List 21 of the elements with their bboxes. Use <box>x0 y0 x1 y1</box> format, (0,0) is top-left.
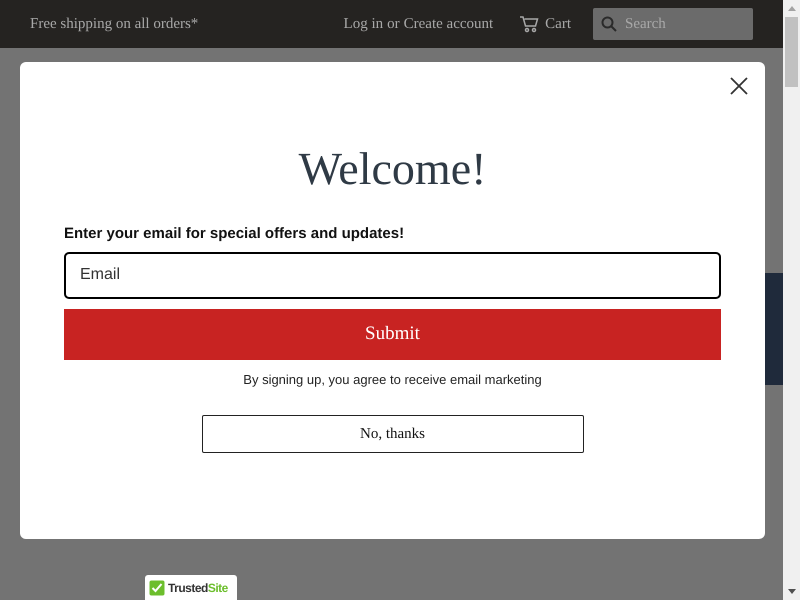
scrollbar-thumb[interactable] <box>785 17 798 87</box>
check-icon <box>149 580 165 596</box>
submit-button[interactable]: Submit <box>64 308 721 360</box>
close-button[interactable] <box>729 76 749 96</box>
create-account-link[interactable]: Create account <box>404 12 494 36</box>
decline-button[interactable]: No, thanks <box>202 415 584 453</box>
prompt-text: Enter your email for special offers and updates! <box>64 224 404 244</box>
badge-text: TrustedSite <box>168 580 228 597</box>
cart-icon <box>519 15 540 33</box>
modal-title: Welcome! <box>298 146 486 192</box>
or-text: or <box>387 14 400 34</box>
scrollbar[interactable] <box>783 0 800 600</box>
promo-text: Free shipping on all orders* <box>30 14 198 34</box>
search-field[interactable]: Search <box>593 8 753 40</box>
email-field[interactable]: Email <box>64 252 721 298</box>
cart-link[interactable]: Cart <box>519 12 571 36</box>
disclaimer-text: By signing up, you agree to receive email marketing <box>243 370 542 389</box>
login-link[interactable]: Log in <box>344 12 384 36</box>
close-icon <box>729 76 749 96</box>
badge[interactable]: TrustedSite <box>145 575 237 600</box>
search-icon <box>601 16 617 32</box>
